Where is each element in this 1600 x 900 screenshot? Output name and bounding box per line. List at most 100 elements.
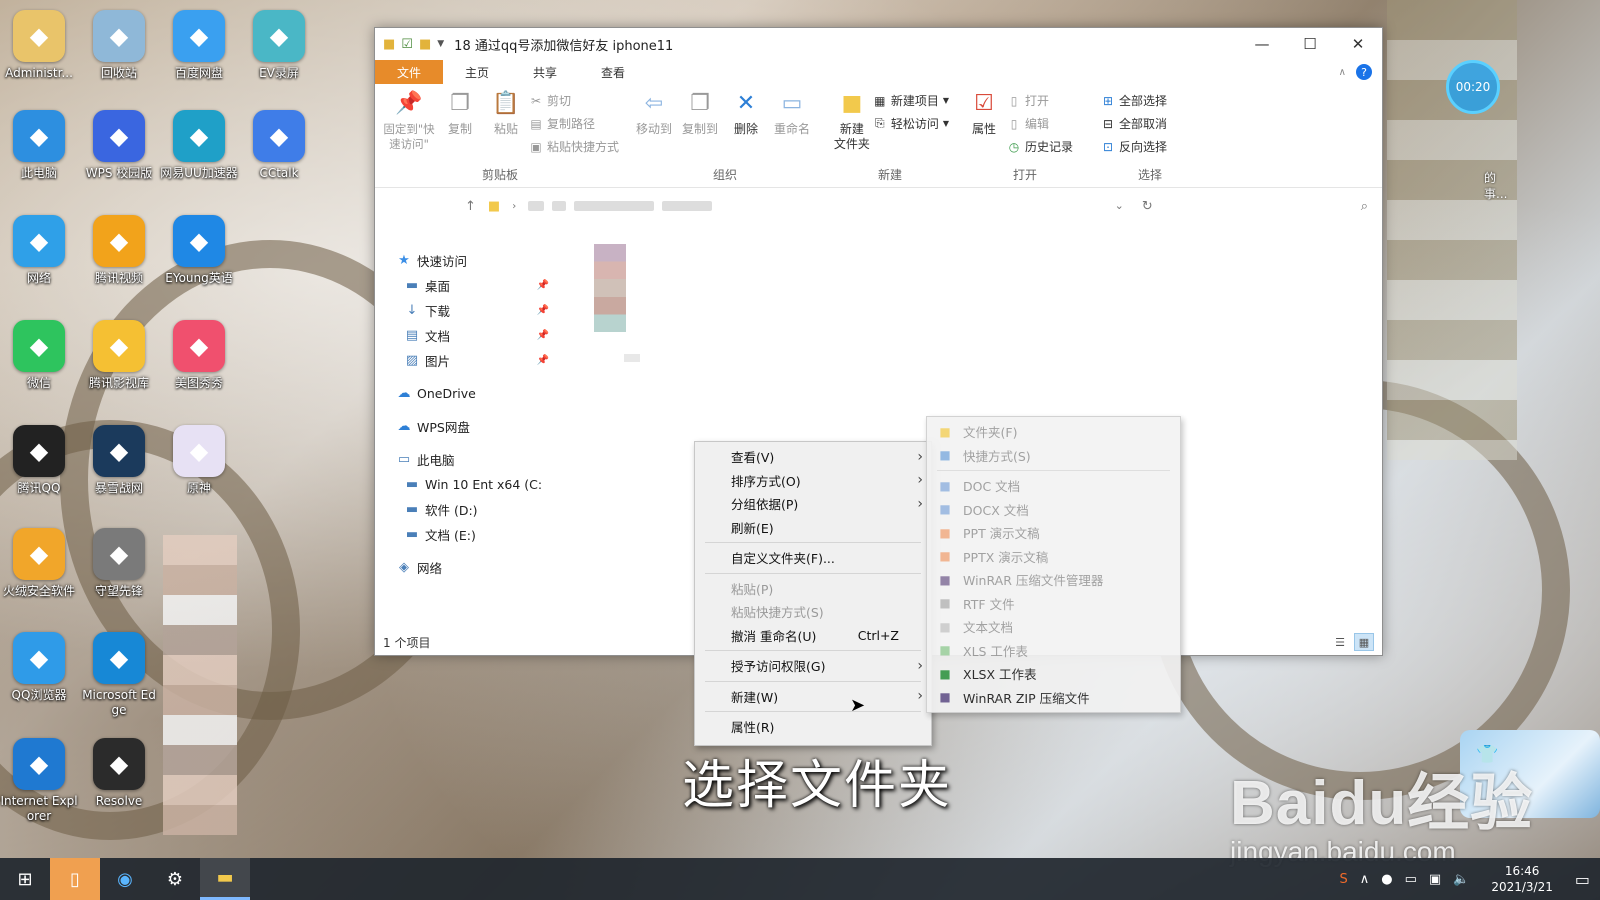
new-submenu-item[interactable]: ■ 文件夹(F) (927, 420, 1180, 444)
new-submenu-item[interactable]: ■ XLS 工作表 (927, 639, 1180, 663)
context-menu-item[interactable]: 新建(W) › (695, 685, 931, 709)
desktop-icon[interactable]: ◆ 网络 (0, 215, 78, 311)
desktop-icon[interactable]: ◆ 原神 (160, 425, 238, 521)
desktop-icon[interactable]: ◆ Microsoft Edge (80, 632, 158, 728)
copy-path-button[interactable]: ▤ 复制路径 (529, 115, 619, 132)
new-submenu-item[interactable]: ■ WinRAR ZIP 压缩文件 (927, 686, 1180, 710)
start-button[interactable]: ⊞ (0, 858, 50, 900)
context-menu-item[interactable]: 分组依据(P) › (695, 492, 931, 516)
qq-tray-icon[interactable]: ● (1381, 872, 1392, 887)
refresh-icon[interactable]: ↻ (1142, 199, 1153, 214)
battery-icon[interactable]: ▭ (1405, 872, 1417, 887)
tab-view[interactable]: 查看 (579, 60, 647, 84)
tab-share[interactable]: 共享 (511, 60, 579, 84)
search-icon[interactable]: ⌕ (1361, 199, 1368, 214)
new-submenu-item[interactable]: ■ RTF 文件 (927, 592, 1180, 616)
desktop-icon[interactable]: ◆ 火绒安全软件 (0, 528, 78, 624)
paste-shortcut-button[interactable]: ▣ 粘贴快捷方式 (529, 138, 619, 155)
nav-item[interactable]: ▬ Win 10 Ent x64 (C: (375, 472, 575, 497)
desktop-icon[interactable]: ◆ EYoung英语 (160, 215, 238, 311)
cut-button[interactable]: ✂ 剪切 (529, 92, 619, 109)
desktop-icon[interactable]: ◆ Resolve (80, 738, 158, 834)
context-menu-item[interactable]: 粘贴快捷方式(S) (695, 600, 931, 624)
taskbar-app-settings[interactable]: ⚙ (150, 858, 200, 900)
edit-button[interactable]: ▯ 编辑 (1007, 115, 1073, 132)
new-submenu-item[interactable]: ■ PPT 演示文稿 (927, 521, 1180, 545)
desktop-icon[interactable]: ◆ 百度网盘 (160, 10, 238, 106)
chevron-up-icon[interactable]: ∧ (1339, 67, 1346, 78)
nav-item[interactable]: ☁ OneDrive (375, 381, 575, 406)
desktop-icon[interactable]: ◆ Administr... (0, 10, 78, 106)
desktop-icon[interactable]: ◆ 守望先锋 (80, 528, 158, 624)
desktop-icon[interactable]: ◆ EV录屏 (240, 10, 318, 106)
network-icon[interactable]: ▣ (1429, 872, 1441, 887)
context-menu-item[interactable]: 授予访问权限(G) › (695, 654, 931, 678)
invert-selection-button[interactable]: ⊡ 反向选择 (1101, 138, 1167, 155)
history-button[interactable]: ◷ 历史记录 (1007, 138, 1073, 155)
nav-item[interactable]: ▬ 文档 (E:) (375, 522, 575, 547)
new-item-button[interactable]: ▦ 新建项目 ▼ (873, 92, 949, 109)
sogou-input-icon[interactable]: S (1339, 872, 1347, 887)
nav-item[interactable]: ▭ 此电脑 (375, 447, 575, 472)
desktop-icon[interactable]: ◆ 回收站 (80, 10, 158, 106)
nav-item[interactable]: ▨ 图片 📌 (375, 348, 575, 373)
taskbar-app-file-explorer[interactable]: ▬ (200, 858, 250, 900)
notification-icon[interactable]: ▭ (1575, 870, 1590, 889)
new-submenu-item[interactable]: ■ DOC 文档 (927, 474, 1180, 498)
context-menu-item[interactable]: 刷新(E) (695, 516, 931, 540)
file-thumbnail[interactable] (594, 244, 626, 332)
nav-item[interactable]: ▬ 软件 (D:) (375, 497, 575, 522)
desktop-icon[interactable]: ◆ 腾讯影视库 (80, 320, 158, 416)
context-menu-item[interactable]: 排序方式(O) › (695, 469, 931, 493)
tab-home[interactable]: 主页 (443, 60, 511, 84)
select-none-button[interactable]: ⊟ 全部取消 (1101, 115, 1167, 132)
desktop-icon[interactable]: ◆ 腾讯视频 (80, 215, 158, 311)
new-submenu-item[interactable]: ■ PPTX 演示文稿 (927, 545, 1180, 569)
desktop-icon[interactable]: ◆ WPS 校园版 (80, 110, 158, 206)
context-menu-item[interactable]: 撤消 重命名(U) Ctrl+Z (695, 624, 931, 648)
context-menu-item[interactable]: 属性(R) (695, 715, 931, 739)
desktop-icon[interactable]: ◆ QQ浏览器 (0, 632, 78, 728)
up-arrow-icon[interactable]: ↑ (465, 199, 476, 214)
nav-item[interactable]: ↓ 下载 📌 (375, 298, 575, 323)
new-folder-icon[interactable]: ■ (419, 37, 431, 52)
context-menu-item[interactable]: 粘贴(P) (695, 577, 931, 601)
desktop-icon[interactable]: ◆ Internet Explorer (0, 738, 78, 834)
nav-item[interactable]: ▤ 文档 📌 (375, 323, 575, 348)
taskbar-app-phone[interactable]: ▯ (50, 858, 100, 900)
new-submenu-item[interactable]: ■ DOCX 文档 (927, 498, 1180, 522)
context-menu-item[interactable]: 查看(V) › (695, 445, 931, 469)
nav-item[interactable]: ☁ WPS网盘 (375, 414, 575, 439)
properties-check-icon[interactable]: ☑ (401, 37, 413, 52)
desktop-icon[interactable]: ◆ 网易UU加速器 (160, 110, 238, 206)
desktop-icon[interactable]: ◆ 美图秀秀 (160, 320, 238, 416)
desktop-icon[interactable]: ◆ 腾讯QQ (0, 425, 78, 521)
nav-item[interactable]: ★ 快速访问 (375, 248, 575, 273)
new-submenu-item[interactable]: ■ 快捷方式(S) (927, 444, 1180, 468)
nav-item[interactable]: ◈ 网络 (375, 555, 575, 580)
large-icons-view-icon[interactable]: ▦ (1354, 633, 1374, 651)
clock[interactable]: 16:46 2021/3/21 (1491, 863, 1553, 895)
new-submenu-item[interactable]: ■ WinRAR 压缩文件管理器 (927, 568, 1180, 592)
desktop-icon[interactable]: ◆ 此电脑 (0, 110, 78, 206)
taskbar-app-qq-browser[interactable]: ◉ (100, 858, 150, 900)
help-icon[interactable]: ? (1356, 64, 1372, 80)
new-submenu-item[interactable]: ■ 文本文档 (927, 615, 1180, 639)
desktop-icon[interactable]: ◆ CCtalk (240, 110, 318, 206)
desktop-icon[interactable]: ◆ 暴雪战网 (80, 425, 158, 521)
tab-file[interactable]: 文件 (375, 60, 444, 84)
chevron-down-icon[interactable]: ▼ (437, 39, 444, 49)
recording-timer[interactable]: 00:20 (1446, 60, 1500, 114)
minimize-button[interactable]: — (1238, 28, 1286, 60)
close-button[interactable]: ✕ (1334, 28, 1382, 60)
volume-icon[interactable]: 🔈 (1453, 872, 1469, 887)
context-menu-item[interactable]: 自定义文件夹(F)... (695, 546, 931, 570)
select-all-button[interactable]: ⊞ 全部选择 (1101, 92, 1167, 109)
chevron-down-icon[interactable]: ⌄ (1115, 199, 1124, 214)
new-submenu-item[interactable]: ■ XLSX 工作表 (927, 662, 1180, 686)
chevron-up-icon[interactable]: ∧ (1360, 872, 1370, 887)
details-view-icon[interactable]: ☰ (1330, 633, 1350, 651)
easy-access-button[interactable]: ⎘ 轻松访问 ▼ (873, 115, 949, 132)
breadcrumb[interactable] (528, 201, 713, 211)
maximize-button[interactable]: ☐ (1286, 28, 1334, 60)
